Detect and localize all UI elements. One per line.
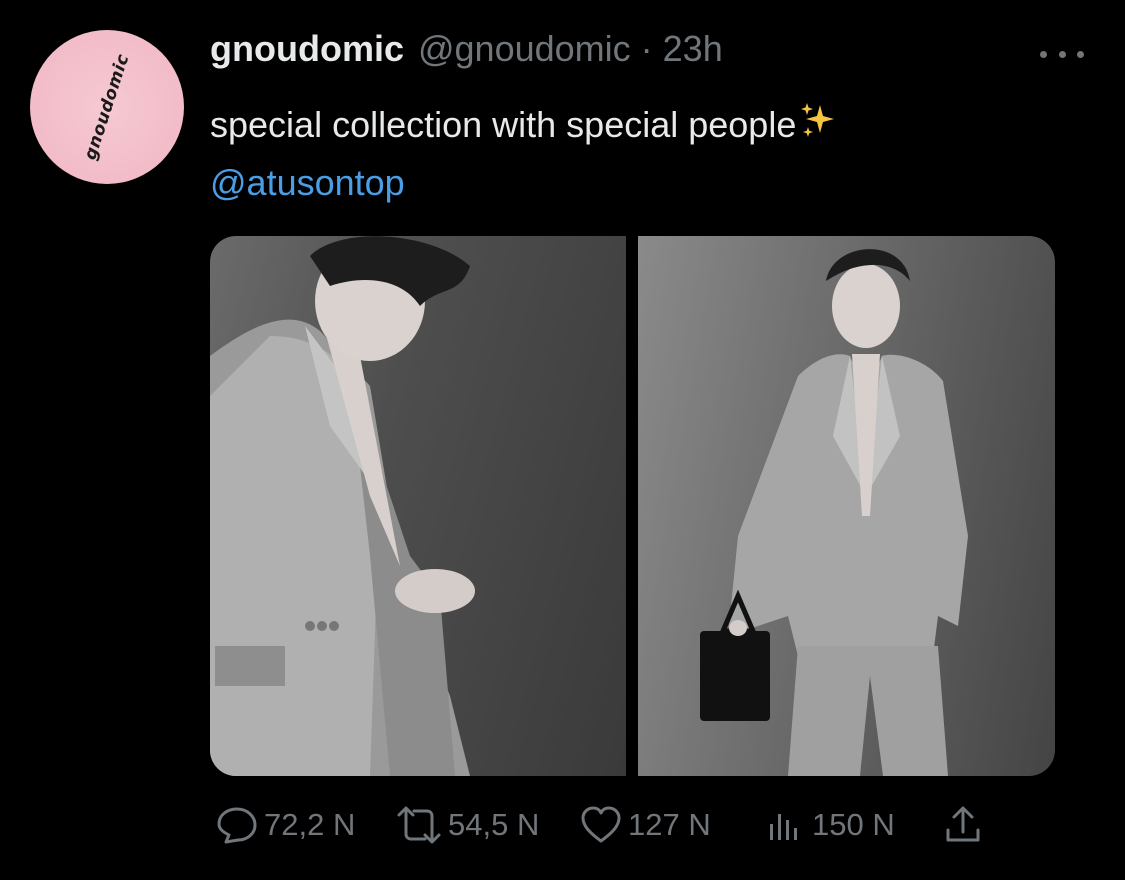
reply-icon: [217, 807, 257, 844]
author-handle[interactable]: @gnoudomic: [418, 28, 631, 70]
media-grid: [210, 236, 1055, 776]
tweet-mention-line: @atusontop: [210, 156, 838, 210]
tweet[interactable]: gnoudomic gnoudomic @gnoudomic · 23h spe…: [0, 0, 1125, 880]
views-button[interactable]: 150 N: [762, 802, 895, 848]
retweet-icon: [397, 806, 441, 844]
retweet-count: 54,5 N: [448, 807, 540, 842]
media-photo-1[interactable]: [210, 236, 626, 776]
tweet-header: gnoudomic @gnoudomic · 23h: [210, 28, 723, 70]
like-button[interactable]: 127 N: [578, 802, 711, 848]
views-count: 150 N: [812, 807, 895, 842]
more-horizontal-icon: [1058, 50, 1066, 58]
tweet-timestamp[interactable]: 23h: [663, 28, 723, 70]
like-count: 127 N: [628, 807, 711, 842]
author-display-name[interactable]: gnoudomic: [210, 28, 404, 70]
avatar-logo-text: gnoudomic: [80, 51, 134, 163]
tweet-actions: 72,2 N 54,5 N 127 N 150 N: [210, 802, 1010, 852]
views-icon: [770, 814, 797, 840]
header-separator: ·: [640, 28, 653, 69]
media-photo-2[interactable]: [638, 236, 1055, 776]
more-options-button[interactable]: [1040, 40, 1084, 68]
photo-illustration: [700, 249, 968, 776]
more-horizontal-icon: [1040, 50, 1047, 58]
more-horizontal-icon: [1077, 50, 1084, 58]
share-button[interactable]: [940, 802, 986, 848]
reply-button[interactable]: 72,2 N: [214, 802, 355, 848]
avatar[interactable]: gnoudomic: [30, 30, 184, 184]
tweet-text-line: special collection with special people: [210, 98, 838, 156]
retweet-button[interactable]: 54,5 N: [394, 802, 539, 848]
heart-icon: [581, 806, 621, 843]
photo-illustration: [210, 236, 475, 776]
tweet-text: special collection with special people: [210, 104, 797, 145]
sparkles-emoji: [798, 101, 838, 156]
reply-count: 72,2 N: [264, 807, 356, 842]
tweet-body: special collection with special people @…: [210, 98, 838, 210]
mention-link[interactable]: @atusontop: [210, 162, 405, 203]
share-icon: [946, 806, 980, 842]
